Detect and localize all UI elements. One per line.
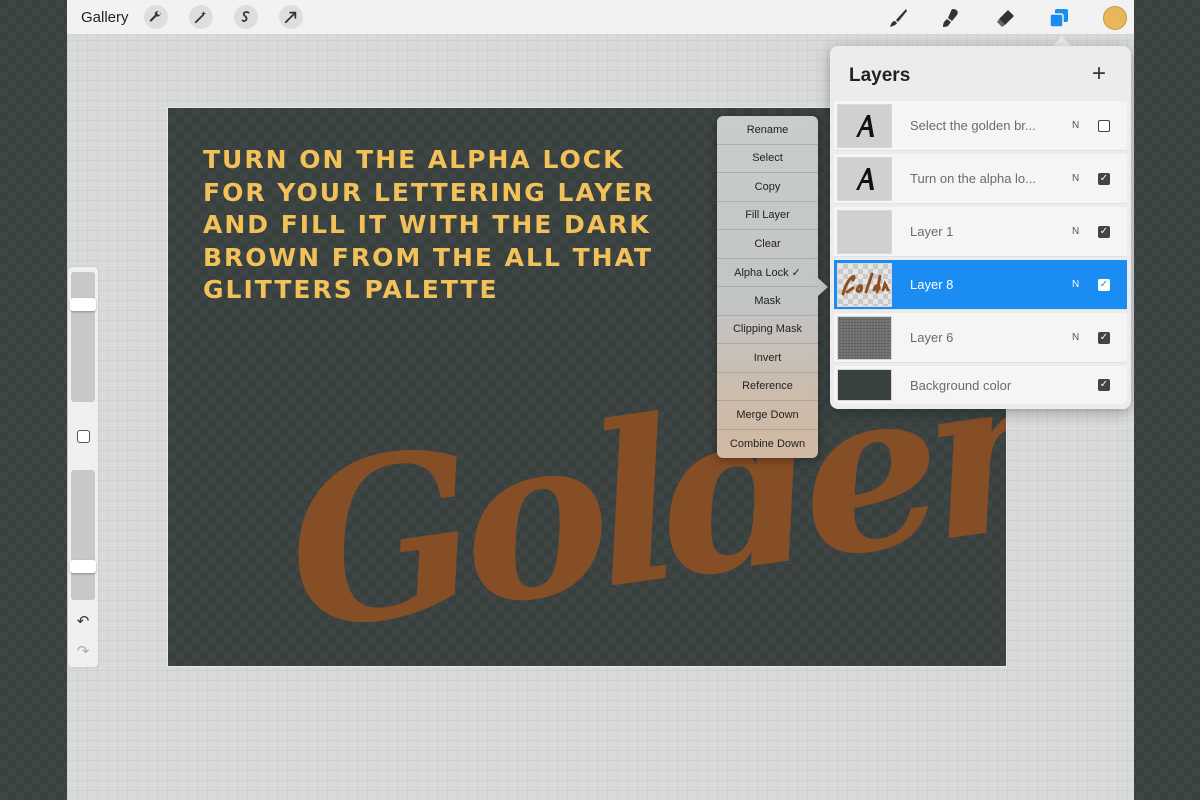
transform-arrow-icon	[284, 11, 297, 24]
brush-size-slider[interactable]	[70, 272, 96, 402]
adjustments-button[interactable]	[189, 5, 213, 29]
visibility-checkbox[interactable]	[1098, 120, 1110, 132]
layer-thumbnail[interactable]	[837, 369, 892, 401]
menu-item-copy[interactable]: Copy	[717, 173, 818, 202]
layer-name: Select the golden br...	[910, 118, 1036, 133]
opacity-slider[interactable]	[70, 470, 96, 600]
left-sidebar: ↶ ↷	[68, 267, 98, 667]
blend-mode-button[interactable]: N	[1072, 226, 1079, 237]
visibility-checkbox[interactable]: ✓	[1098, 226, 1110, 238]
opacity-knob[interactable]	[70, 560, 96, 573]
brush-icon	[890, 9, 907, 27]
layer-name: Turn on the alpha lo...	[910, 171, 1036, 186]
layer-name: Layer 8	[910, 277, 954, 292]
add-layer-button[interactable]: +	[1092, 60, 1106, 88]
letter-a-thumb-icon	[855, 115, 874, 137]
modify-button[interactable]	[77, 430, 90, 443]
eraser-button[interactable]	[993, 6, 1017, 30]
selection-icon	[241, 11, 250, 22]
menu-item-reference[interactable]: Reference	[717, 373, 818, 401]
instruction-text: Turn on the alpha lock for your letterin…	[203, 144, 673, 307]
layer-thumbnail[interactable]	[837, 210, 892, 254]
brush-size-knob[interactable]	[70, 298, 96, 311]
actions-button[interactable]	[144, 5, 168, 29]
menu-item-mask[interactable]: Mask	[717, 287, 818, 316]
menu-item-rename[interactable]: Rename	[717, 116, 818, 145]
layers-icon	[1049, 9, 1068, 28]
visibility-checkbox[interactable]: ✓	[1098, 279, 1110, 291]
instruction-line: and fill it with the dark	[203, 210, 651, 239]
redo-icon[interactable]: ↷	[74, 642, 92, 660]
layer-name: Background color	[910, 378, 1012, 393]
layers-panel: Layers + Select the golden br... N Turn …	[830, 46, 1131, 409]
instruction-line: Turn on the alpha lock	[203, 145, 625, 174]
layer-row[interactable]: Layer 1 N ✓	[834, 207, 1127, 257]
menu-item-merge-down[interactable]: Merge Down	[717, 401, 818, 430]
layer-row[interactable]: Turn on the alpha lo... N ✓	[834, 154, 1127, 204]
layers-title: Layers	[849, 65, 911, 86]
layer-thumbnail[interactable]	[837, 157, 892, 201]
layer-name: Layer 1	[910, 224, 954, 239]
menu-item-combine-down[interactable]: Combine Down	[717, 430, 818, 459]
smudge-button[interactable]	[939, 6, 963, 30]
color-picker-button[interactable]	[1103, 6, 1127, 30]
layer-row-background[interactable]: Background color ✓	[834, 366, 1127, 404]
layer-row[interactable]: Layer 6 N ✓	[834, 313, 1127, 363]
instruction-line: Glitters palette	[203, 275, 499, 304]
brush-button[interactable]	[886, 6, 910, 30]
letter-a-thumb-icon	[855, 168, 874, 190]
blend-mode-button[interactable]: N	[1072, 173, 1079, 184]
menu-item-clipping-mask[interactable]: Clipping Mask	[717, 316, 818, 344]
menu-item-invert[interactable]: Invert	[717, 344, 818, 373]
layer-row-selected[interactable]: Layer 8 N ✓	[834, 260, 1127, 310]
visibility-checkbox[interactable]: ✓	[1098, 379, 1110, 391]
visibility-checkbox[interactable]: ✓	[1098, 332, 1110, 344]
transform-button[interactable]	[279, 5, 303, 29]
layers-button[interactable]	[1047, 6, 1071, 30]
layer-thumbnail[interactable]	[837, 104, 892, 148]
blend-mode-button[interactable]: N	[1072, 120, 1079, 131]
visibility-checkbox[interactable]: ✓	[1098, 173, 1110, 185]
menu-item-select[interactable]: Select	[717, 145, 818, 173]
selection-button[interactable]	[234, 5, 258, 29]
smudge-icon	[943, 9, 958, 27]
instruction-line: for your lettering layer	[203, 177, 655, 207]
magic-wand-icon	[194, 10, 207, 24]
menu-item-fill-layer[interactable]: Fill Layer	[717, 202, 818, 230]
procreate-screen: Gallery Turn on the alpha lock fo	[67, 0, 1134, 800]
golden-thumb-icon	[841, 272, 889, 296]
layer-name: Layer 6	[910, 330, 954, 345]
layer-thumbnail[interactable]	[837, 316, 892, 360]
blend-mode-button[interactable]: N	[1072, 332, 1079, 343]
layer-row[interactable]: Select the golden br... N	[834, 101, 1127, 151]
eraser-icon	[997, 10, 1014, 27]
menu-pointer	[818, 278, 828, 296]
top-toolbar: Gallery	[67, 0, 1134, 35]
menu-item-clear[interactable]: Clear	[717, 230, 818, 259]
layer-options-menu: Rename Select Copy Fill Layer Clear Alph…	[717, 116, 818, 458]
undo-icon[interactable]: ↶	[74, 612, 92, 630]
instruction-line: brown from the All That	[203, 242, 654, 272]
menu-item-alpha-lock[interactable]: Alpha Lock ✓	[717, 259, 818, 287]
blend-mode-button[interactable]: N	[1072, 279, 1079, 290]
wrench-icon	[149, 10, 161, 22]
layer-thumbnail[interactable]	[837, 263, 892, 307]
gallery-button[interactable]: Gallery	[81, 9, 129, 26]
